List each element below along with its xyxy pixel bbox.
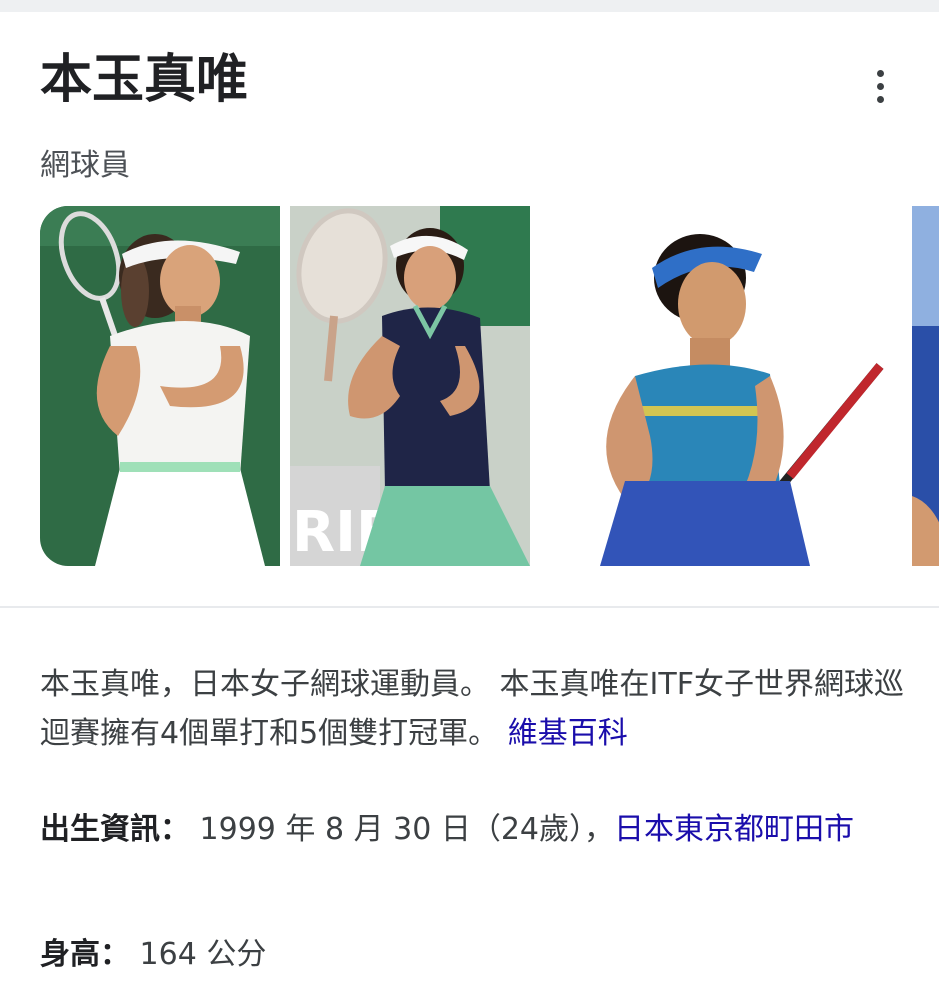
fact-height-value: 164 公分 xyxy=(130,937,267,972)
gallery-image-2[interactable]: RIB xyxy=(290,206,530,566)
fact-birth-value: 1999 年 8 月 30 日（24歲）， xyxy=(190,812,614,847)
fact-height: 身高： 164 公分 xyxy=(40,930,910,980)
top-strip xyxy=(0,0,939,12)
vertical-dots-icon xyxy=(876,69,884,103)
entity-subtitle: 網球員 xyxy=(40,148,130,183)
fact-birth-label: 出生資訊： xyxy=(40,812,190,847)
birthplace-link[interactable]: 日本東京都町田市 xyxy=(614,812,854,847)
wikipedia-link[interactable]: 維基百科 xyxy=(508,716,628,751)
gallery-image-3[interactable] xyxy=(540,206,902,566)
gallery-image-4[interactable] xyxy=(912,206,939,566)
fact-birth: 出生資訊： 1999 年 8 月 30 日（24歲），日本東京都町田市 xyxy=(40,805,910,855)
fact-height-label: 身高： xyxy=(40,937,130,972)
description-text: 本玉真唯，日本女子網球運動員。 本玉真唯在ITF女子世界網球巡迴賽擁有4個單打和… xyxy=(40,667,904,751)
entity-description: 本玉真唯，日本女子網球運動員。 本玉真唯在ITF女子世界網球巡迴賽擁有4個單打和… xyxy=(40,660,910,758)
more-options-button[interactable] xyxy=(860,64,900,108)
image-gallery[interactable]: RIB xyxy=(40,206,939,566)
entity-title: 本玉真唯 xyxy=(40,50,249,110)
section-divider xyxy=(0,606,939,608)
gallery-image-1[interactable] xyxy=(40,206,280,566)
